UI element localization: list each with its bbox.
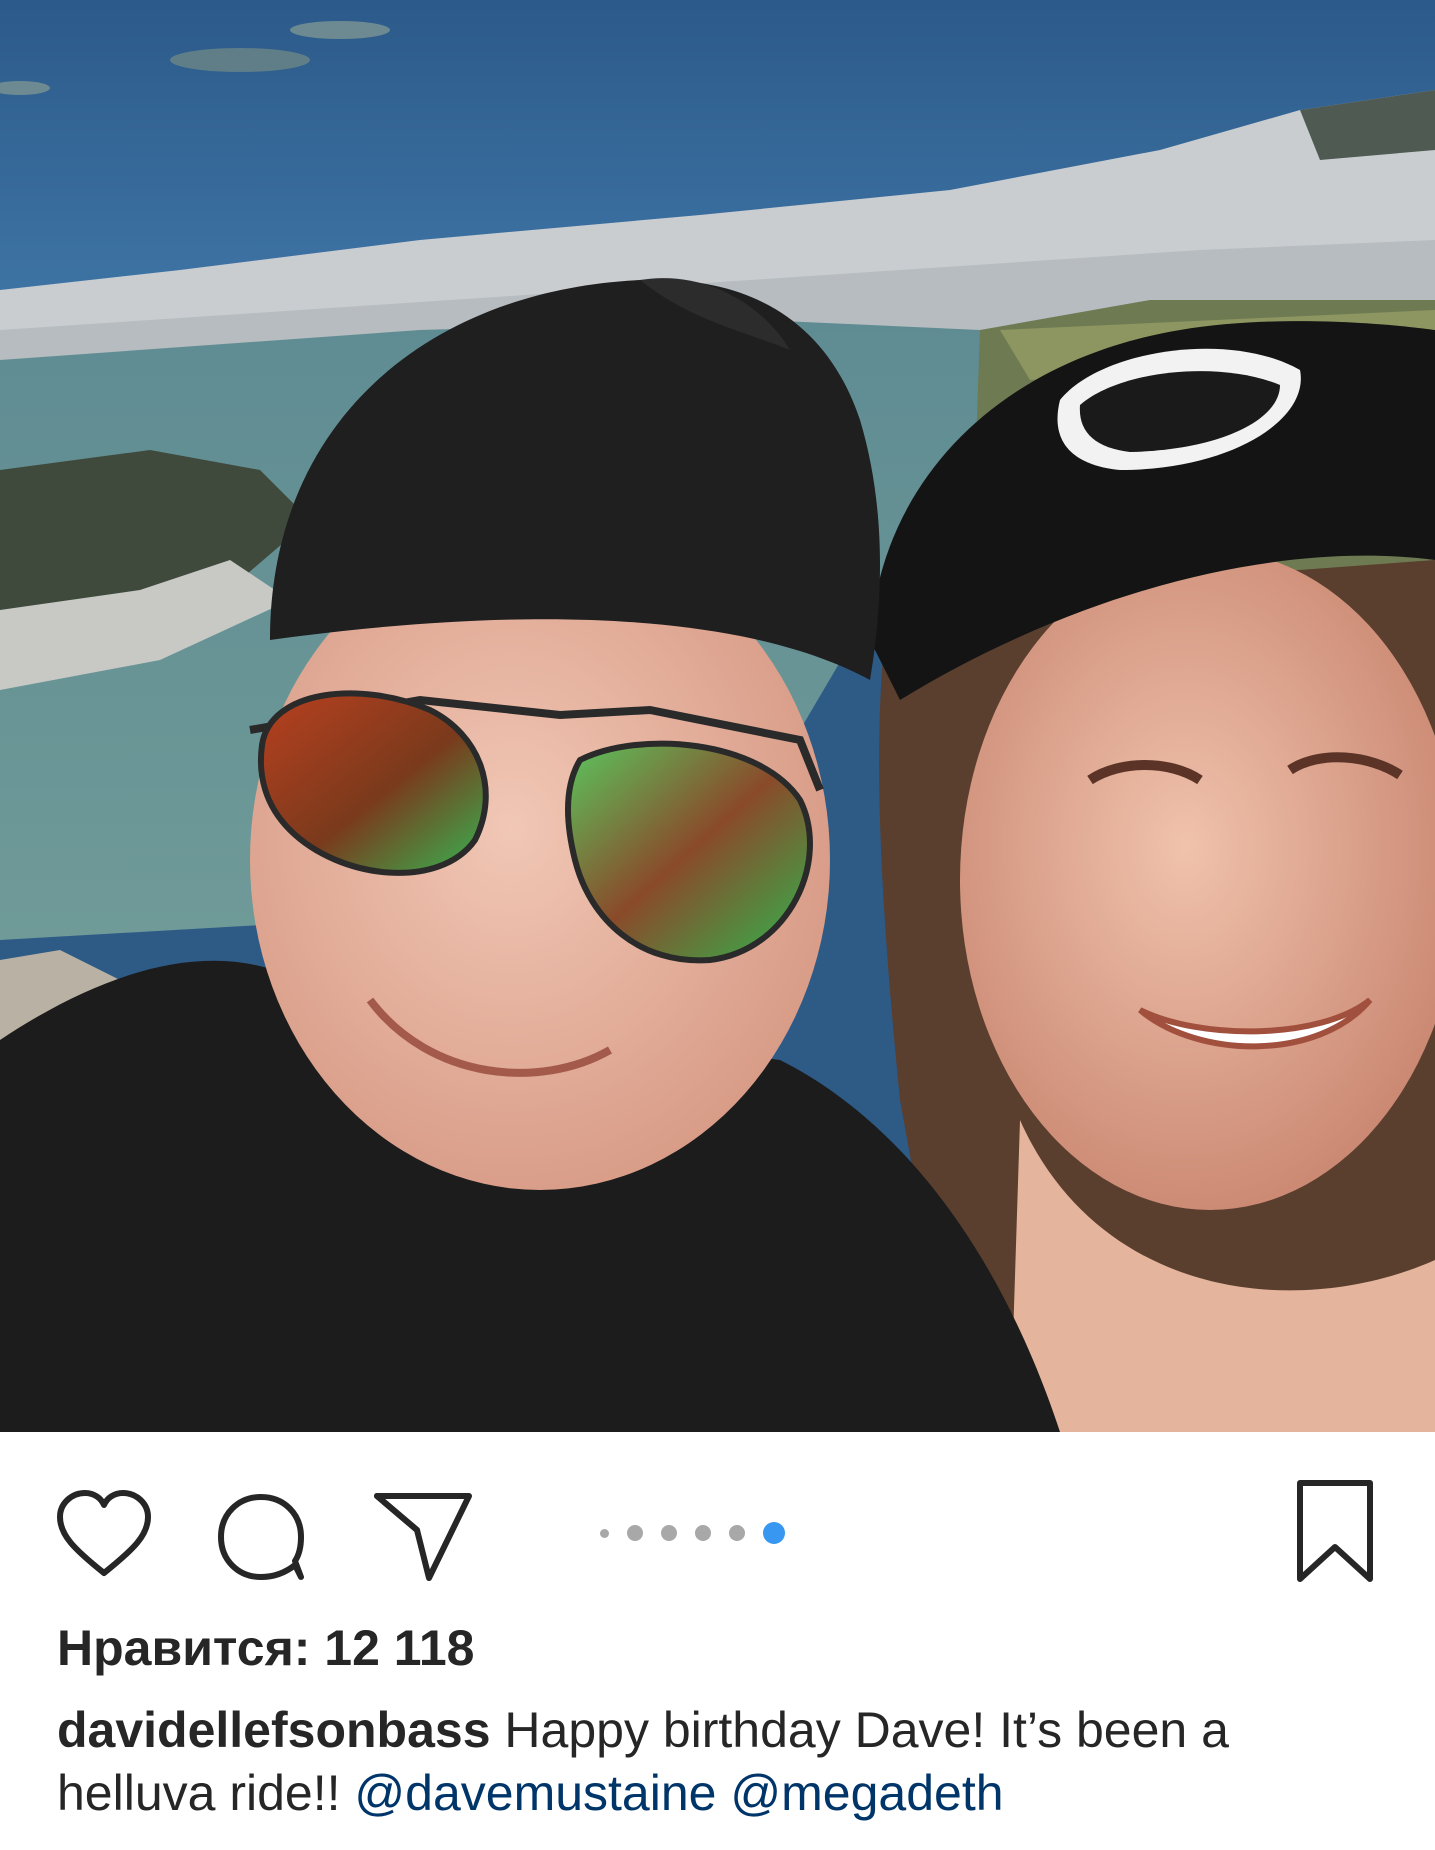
carousel-dot	[627, 1525, 643, 1541]
bookmark-outline-icon	[1297, 1480, 1373, 1582]
share-button[interactable]	[373, 1482, 473, 1582]
caption-text: Happy birthday Dave! It’s been a	[504, 1702, 1229, 1758]
caption-text: helluva ride!!	[57, 1765, 341, 1821]
likes-count[interactable]: Нравится: 12 118	[57, 1618, 474, 1678]
mention-link[interactable]: @davemustaine	[354, 1765, 716, 1821]
carousel-indicator	[600, 1518, 785, 1548]
paper-plane-icon	[374, 1493, 472, 1581]
post-action-bar	[0, 1432, 1435, 1607]
carousel-dot	[729, 1525, 745, 1541]
speech-bubble-icon	[218, 1494, 304, 1580]
carousel-dot	[661, 1525, 677, 1541]
save-button[interactable]	[1290, 1477, 1380, 1587]
post-photo[interactable]	[0, 0, 1435, 1432]
carousel-dot	[695, 1525, 711, 1541]
post-caption: davidellefsonbass Happy birthday Dave! I…	[57, 1699, 1387, 1825]
heart-outline-icon	[57, 1490, 151, 1576]
like-button[interactable]	[54, 1485, 154, 1585]
caption-username[interactable]: davidellefsonbass	[57, 1702, 491, 1758]
carousel-dot-active	[763, 1522, 785, 1544]
mention-link[interactable]: @megadeth	[730, 1765, 1003, 1821]
comment-button[interactable]	[215, 1485, 315, 1585]
carousel-dot	[600, 1528, 609, 1538]
